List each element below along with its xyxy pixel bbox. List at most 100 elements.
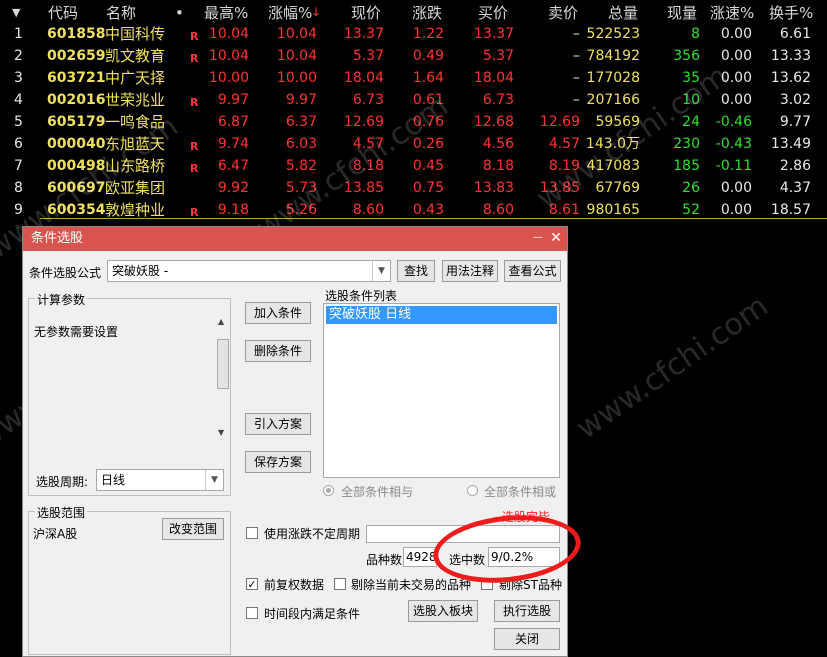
turnover: 4.37: [779, 180, 811, 196]
high-pct: 10.04: [208, 26, 249, 42]
turnover: 13.49: [770, 136, 811, 152]
speed: 0.00: [720, 48, 752, 64]
ask: –: [573, 70, 580, 86]
current-volume: 10: [682, 92, 700, 108]
stock-code: 600697: [47, 180, 106, 196]
add-condition-button[interactable]: 加入条件: [245, 302, 311, 324]
turnover: 9.77: [779, 114, 811, 130]
usage-notes-button[interactable]: 用法注释: [442, 260, 498, 282]
ask: 13.85: [539, 180, 580, 196]
row-index: 2: [14, 48, 23, 64]
exclude-untraded-label[interactable]: 剔除当前未交易的品种: [351, 576, 471, 593]
period-select[interactable]: 日线 ▼: [96, 469, 224, 491]
stock-name: 欧亚集团: [105, 179, 166, 197]
dialog-titlebar[interactable]: 条件选股 — ✕: [23, 227, 567, 251]
condition-stock-selection-dialog: 条件选股 — ✕ 条件选股公式 突破妖股 - ▼ 查找 用法注释 查看公式 计算…: [22, 226, 568, 657]
variety-count-label: 品种数: [366, 553, 403, 567]
condition-list-item[interactable]: 突破妖股 日线: [326, 306, 557, 324]
change: 0.26: [412, 136, 444, 152]
change: 0.49: [412, 48, 444, 64]
sort-desc-icon: ↓: [311, 5, 322, 19]
table-row[interactable]: 8 600697 欧亚集团 9.92 5.73 13.85 0.75 13.83 13.85 67…: [0, 177, 827, 199]
bid: 8.18: [482, 158, 514, 174]
radio-all-or-label[interactable]: 全部条件相或: [484, 483, 556, 500]
find-button[interactable]: 查找: [397, 260, 435, 282]
table-row[interactable]: 2 002659 凯文教育 R 10.04 10.04 5.37 0.49 5.37–78419…: [0, 45, 827, 67]
prior-adjust-checkbox[interactable]: ✓: [246, 578, 258, 590]
table-row[interactable]: 6 000040 东旭蓝天 R 9.74 6.03 4.57 0.26 4.56 4.57 143.…: [0, 133, 827, 155]
high-pct: 6.87: [217, 114, 249, 130]
prior-adjust-label[interactable]: 前复权数据: [264, 576, 324, 593]
change-pct: 5.82: [285, 158, 317, 174]
row-separator: [40, 218, 827, 219]
stock-code: 605179: [47, 114, 106, 130]
variety-count-field: 4928: [403, 547, 437, 567]
execute-selection-button[interactable]: 执行选股: [494, 600, 560, 622]
minimize-icon[interactable]: —: [529, 229, 547, 247]
params-scrollbar[interactable]: ▲ ▼: [215, 317, 229, 437]
change-pct: 10.04: [276, 48, 317, 64]
use-period-checkbox[interactable]: [246, 527, 258, 539]
ask: –: [573, 26, 580, 42]
turnover: 3.02: [779, 92, 811, 108]
change-range-button[interactable]: 改变范围: [162, 518, 224, 540]
current-volume: 185: [673, 158, 700, 174]
high-pct: 6.47: [217, 158, 249, 174]
speed: 0.00: [720, 180, 752, 196]
price: 4.57: [352, 136, 384, 152]
speed: -0.11: [715, 158, 752, 174]
row-index: 8: [14, 180, 23, 196]
save-plan-button[interactable]: 保存方案: [245, 451, 311, 473]
radio-all-or[interactable]: [467, 485, 478, 496]
turnover: 6.61: [779, 26, 811, 42]
price: 6.73: [352, 92, 384, 108]
stock-code: 603721: [47, 70, 106, 86]
change-pct: 9.97: [285, 92, 317, 108]
current-volume: 8: [691, 26, 700, 42]
table-row[interactable]: 7 000498 山东路桥 R 6.47 5.82 8.18 0.45 8.18 8.19 4170…: [0, 155, 827, 177]
close-icon[interactable]: ✕: [547, 229, 565, 247]
delete-condition-button[interactable]: 删除条件: [245, 340, 311, 362]
high-pct: 9.92: [217, 180, 249, 196]
table-row[interactable]: 5 605179 一鸣食品 6.87 6.37 12.69 0.76 12.68 12.69 59…: [0, 111, 827, 133]
scroll-thumb[interactable]: [217, 339, 229, 389]
ask: –: [573, 48, 580, 64]
condition-list[interactable]: 突破妖股 日线: [323, 303, 560, 478]
table-row[interactable]: 1 601858 中国科传 R 10.04 10.04 13.37 1.22 13.37–522…: [0, 23, 827, 45]
radio-all-and-label[interactable]: 全部条件相与: [341, 483, 413, 500]
high-pct: 9.97: [217, 92, 249, 108]
change: 1.64: [412, 70, 444, 86]
change-pct: 6.37: [285, 114, 317, 130]
exclude-untraded-checkbox[interactable]: [334, 578, 346, 590]
row-index: 1: [14, 26, 23, 42]
view-formula-button[interactable]: 查看公式: [504, 260, 561, 282]
scroll-down-icon[interactable]: ▼: [218, 428, 224, 437]
high-pct: 9.74: [217, 136, 249, 152]
stock-code: 002659: [47, 48, 106, 64]
chevron-down-icon[interactable]: ▼: [205, 470, 223, 490]
price: 5.37: [352, 48, 384, 64]
to-board-button[interactable]: 选股入板块: [408, 600, 478, 622]
current-volume: 356: [673, 48, 700, 64]
close-button[interactable]: 关闭: [494, 628, 560, 650]
change: 0.45: [412, 158, 444, 174]
watermark: www.cfchi.com: [570, 288, 775, 447]
period-satisfy-label[interactable]: 时间段内满足条件: [264, 605, 360, 622]
scroll-up-icon[interactable]: ▲: [218, 317, 224, 326]
stock-name: 世荣兆业: [105, 91, 166, 109]
table-row[interactable]: 4 002016 世荣兆业 R 9.97 9.97 6.73 0.61 6.73–207166 1…: [0, 89, 827, 111]
chevron-down-icon[interactable]: ▼: [372, 261, 390, 281]
bid: 5.37: [482, 48, 514, 64]
period-satisfy-checkbox[interactable]: [246, 607, 258, 619]
range-value: 沪深A股: [33, 527, 78, 541]
use-period-label[interactable]: 使用涨跌不定周期: [264, 525, 360, 542]
ask: 4.57: [548, 136, 580, 152]
import-plan-button[interactable]: 引入方案: [245, 413, 311, 435]
range-group-title: 选股范围: [35, 504, 88, 521]
radio-all-and[interactable]: [323, 485, 334, 496]
change-pct: 6.03: [285, 136, 317, 152]
formula-select[interactable]: 突破妖股 - ▼: [107, 260, 391, 282]
table-row[interactable]: 3 603721 中广天择 10.00 10.00 18.04 1.64 18.04 –1770…: [0, 67, 827, 89]
stock-code: 601858: [47, 26, 106, 42]
change-pct: 10.00: [276, 70, 317, 86]
